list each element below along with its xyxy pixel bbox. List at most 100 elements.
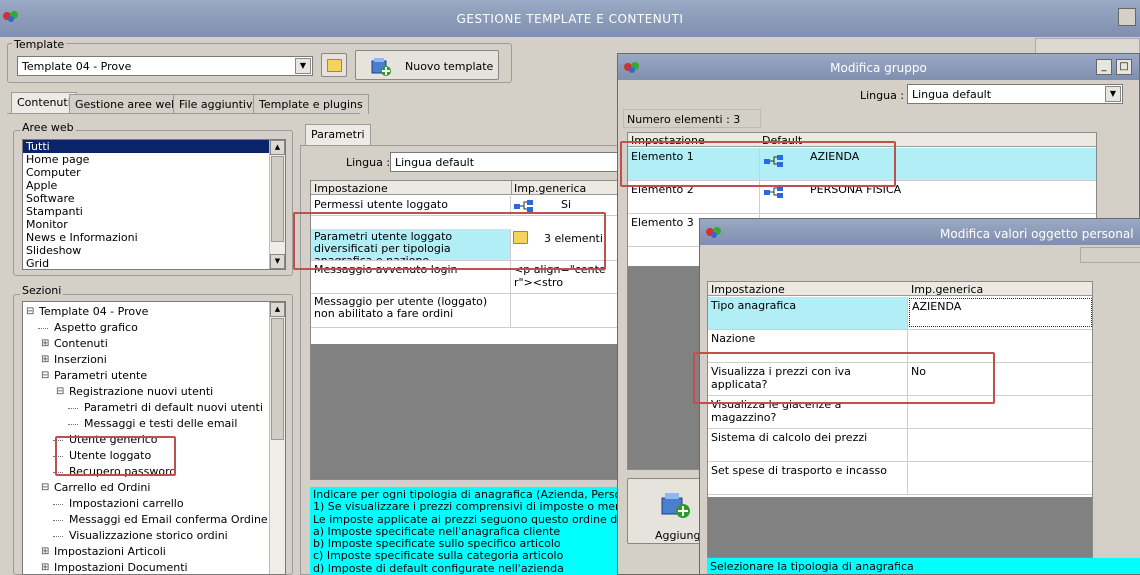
valori-value-nazione[interactable]	[908, 330, 1092, 363]
template-select[interactable]: Template 04 - Prove ▼	[17, 56, 313, 76]
gruppo-row-2-value[interactable]: PERSONA FISICA	[760, 181, 1096, 214]
scroll-thumb[interactable]	[271, 318, 284, 440]
collapse-icon[interactable]: ⊟	[26, 305, 34, 319]
scroll-down-icon[interactable]: ▼	[270, 254, 285, 269]
setting-permessi[interactable]: Permessi utente loggato	[311, 196, 511, 216]
tab-file-aggiuntivi[interactable]: File aggiuntivi	[173, 94, 262, 114]
sezioni-node[interactable]: Recupero password	[69, 465, 176, 479]
value-messaggio-non-abilitato[interactable]	[511, 294, 620, 328]
collapse-icon[interactable]: ⊟	[41, 481, 49, 495]
collapse-icon[interactable]: ⊟	[41, 369, 49, 383]
lingua-select[interactable]: Lingua default	[390, 152, 618, 172]
aree-web-item[interactable]: Computer	[23, 166, 269, 179]
tab-contenuti[interactable]: Contenuti	[11, 92, 77, 114]
aree-web-item[interactable]: Grid	[23, 257, 269, 269]
scroll-up-icon[interactable]: ▲	[270, 140, 285, 155]
valori-setting-nazione[interactable]: Nazione	[708, 330, 908, 363]
gruppo-row-1-name[interactable]: Elemento 1	[628, 148, 760, 181]
valori-value-prezzi-iva[interactable]: No	[908, 363, 1092, 396]
aree-web-item[interactable]: Apple	[23, 179, 269, 192]
aree-web-list[interactable]: Tutti Home page Computer Apple Software Stamp…	[22, 139, 286, 270]
gruppo-lingua-select[interactable]: Lingua default ▼	[907, 84, 1123, 104]
valori-info-box: Selezionare la tipologia di anagrafica	[707, 558, 1140, 574]
tab-template-e-plugins[interactable]: Template e plugins	[253, 94, 369, 114]
setting-messaggio-login[interactable]: Messaggio avvenuto login	[311, 261, 511, 294]
aggiungi-button[interactable]: Aggiungi (F	[627, 478, 718, 544]
valori-setting-giacenze[interactable]: Visualizza le giacenze a magazzino?	[708, 396, 908, 429]
valori-setting-prezzi-iva[interactable]: Visualizza i prezzi con iva applicata?	[708, 363, 908, 396]
sezioni-node[interactable]: Parametri di default nuovi utenti	[84, 401, 263, 415]
chevron-down-icon[interactable]: ▼	[1105, 86, 1121, 102]
aree-web-item[interactable]: Stampanti	[23, 205, 269, 218]
valori-value-spese[interactable]	[908, 462, 1092, 495]
valori-setting-tipo[interactable]: Tipo anagrafica	[708, 297, 908, 330]
value-permessi[interactable]: Si	[511, 196, 620, 216]
chevron-down-icon[interactable]: ▼	[295, 58, 311, 74]
collapse-icon[interactable]: ⊟	[56, 385, 64, 399]
tab-parametri[interactable]: Parametri	[305, 124, 371, 146]
expand-icon[interactable]: ⊞	[41, 337, 49, 351]
sezioni-node[interactable]: Carrello ed Ordini	[54, 481, 150, 495]
gruppo-row-2-name[interactable]: Elemento 2	[628, 181, 760, 214]
scroll-up-icon[interactable]: ▲	[270, 302, 285, 317]
parametri-grid[interactable]: Impostazione Imp.generica Permessi utent…	[310, 180, 620, 480]
sezioni-node[interactable]: Visualizzazione storico ordini	[69, 529, 228, 543]
sezioni-node[interactable]: Utente loggato	[69, 449, 151, 463]
modifica-gruppo-title-bar: Modifica gruppo _ □	[618, 54, 1139, 80]
sezioni-node[interactable]: Utente generico	[69, 433, 158, 447]
sezioni-node[interactable]: Aspetto grafico	[54, 321, 138, 335]
aree-web-item[interactable]: Slideshow	[23, 244, 269, 257]
sezioni-node[interactable]: Contenuti	[54, 337, 108, 351]
expand-icon[interactable]: ⊞	[41, 545, 49, 559]
valori-value-tipo[interactable]: AZIENDA	[908, 297, 1092, 330]
expand-icon[interactable]: ⊞	[41, 561, 49, 574]
tipo-anagrafica-editor[interactable]: AZIENDA	[909, 298, 1092, 327]
sezioni-node[interactable]: Inserzioni	[54, 353, 107, 367]
sezioni-node[interactable]: Template 04 - Prove	[39, 305, 148, 319]
value-parametri-diversificati[interactable]: 3 elementi	[511, 229, 620, 261]
valori-grid[interactable]: Impostazione Imp.generica Tipo anagrafic…	[707, 281, 1093, 558]
gruppo-row-1-text: AZIENDA	[810, 150, 860, 163]
template-select-value: Template 04 - Prove	[22, 60, 132, 73]
sezioni-node[interactable]: Impostazioni Documenti	[54, 561, 188, 574]
sezioni-node[interactable]: Parametri utente	[54, 369, 147, 383]
app-icon	[706, 227, 721, 238]
setting-parametri-diversificati[interactable]: Parametri utente loggato diversificati p…	[311, 229, 511, 261]
gruppo-row-1-value[interactable]: AZIENDA	[760, 148, 1096, 181]
sezioni-node[interactable]: Impostazioni Articoli	[54, 545, 166, 559]
scroll-thumb[interactable]	[271, 156, 284, 242]
valori-value-giacenze[interactable]	[908, 396, 1092, 429]
new-template-button[interactable]: Nuovo template	[355, 50, 499, 80]
value-messaggio-login[interactable]: <p align="center"><stro	[511, 261, 620, 294]
sezioni-scrollbar[interactable]: ▲	[269, 302, 285, 574]
aree-web-item[interactable]: Software	[23, 192, 269, 205]
sezioni-node[interactable]: Impostazioni carrello	[69, 497, 184, 511]
expand-icon[interactable]: ⊞	[41, 353, 49, 367]
sezioni-tree[interactable]: ▲ ⊟ Template 04 - Prove Aspetto grafico ⊞ Co…	[22, 301, 286, 575]
add-element-icon	[661, 493, 690, 518]
structure-icon	[764, 155, 783, 167]
setting-messaggio-non-abilitato[interactable]: Messaggio per utente (loggato) non abili…	[311, 294, 511, 328]
aree-web-item[interactable]: News e Informazioni	[23, 231, 269, 244]
valori-value-calcolo[interactable]	[908, 429, 1092, 462]
col-imp-generica: Imp.generica	[911, 283, 984, 296]
main-title-bar: GESTIONE TEMPLATE E CONTENUTI	[0, 0, 1140, 37]
maximize-button[interactable]: □	[1116, 59, 1132, 75]
aree-web-scrollbar[interactable]: ▲ ▼	[269, 140, 285, 269]
minimize-button[interactable]: _	[1096, 59, 1112, 75]
valori-setting-calcolo[interactable]: Sistema di calcolo dei prezzi	[708, 429, 908, 462]
sezioni-node[interactable]: Registrazione nuovi utenti	[69, 385, 213, 399]
parametri-grid-header: Impostazione Imp.generica	[311, 181, 620, 195]
folder-icon	[327, 59, 342, 72]
aree-web-item[interactable]: Monitor	[23, 218, 269, 231]
aree-web-item[interactable]: Home page	[23, 153, 269, 166]
valori-setting-spese[interactable]: Set spese di trasporto e incasso	[708, 462, 908, 495]
aree-web-item[interactable]: Tutti	[23, 140, 269, 153]
sezioni-node[interactable]: Messaggi ed Email conferma Ordine	[69, 513, 268, 527]
tree-connector	[38, 328, 48, 329]
main-window-button[interactable]	[1118, 8, 1136, 26]
sezioni-node[interactable]: Messaggi e testi delle email	[84, 417, 237, 431]
tab-gestione-aree-web[interactable]: Gestione aree web	[69, 94, 185, 114]
open-folder-button[interactable]	[321, 53, 347, 77]
tree-connector	[53, 536, 63, 537]
